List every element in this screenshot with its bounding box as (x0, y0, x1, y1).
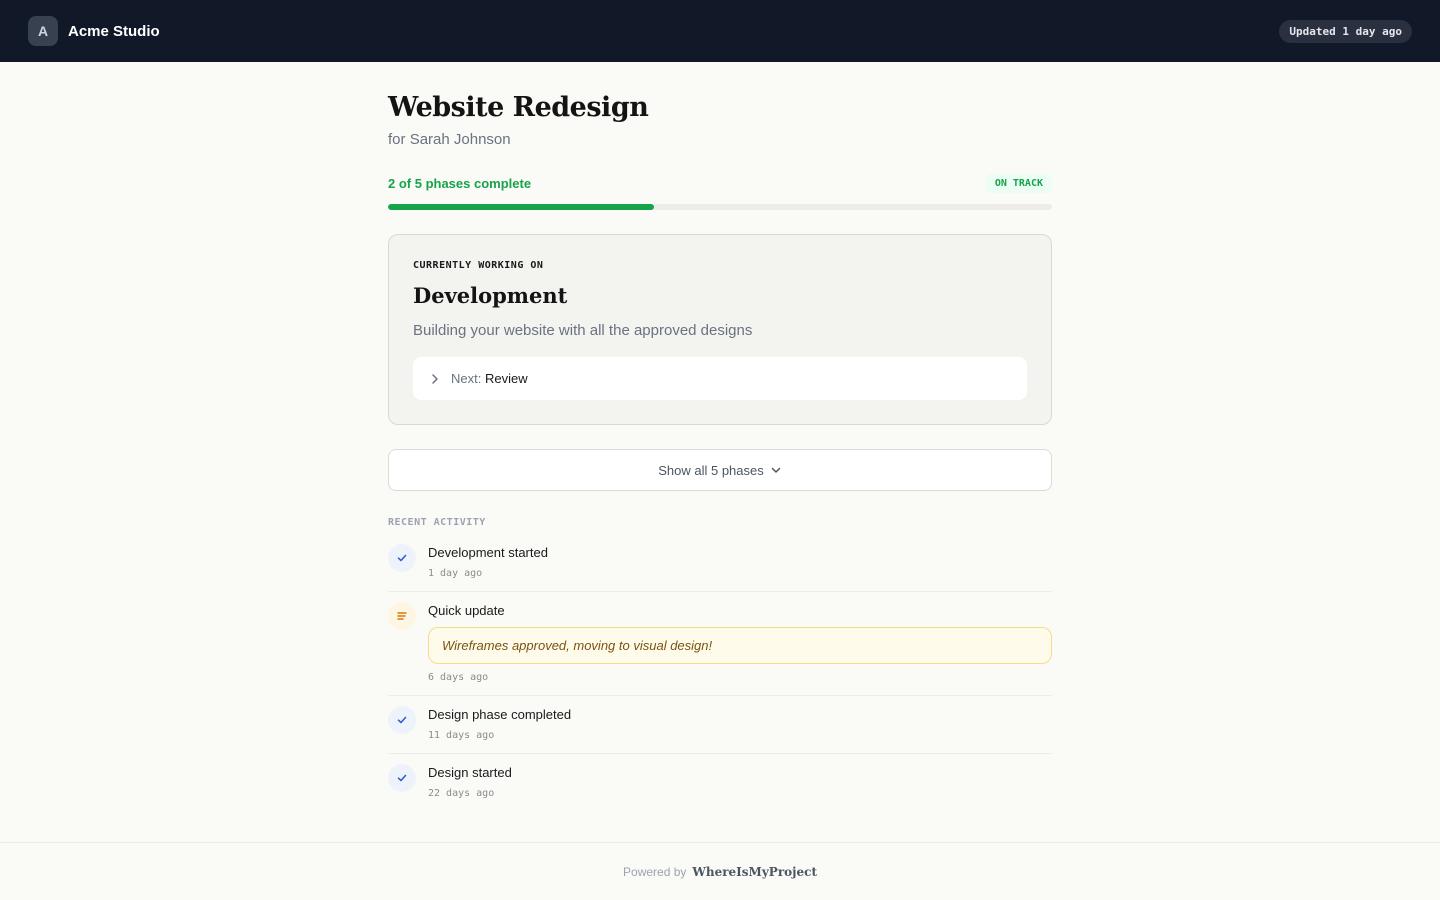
check-icon (388, 764, 416, 792)
powered-by-brand-link[interactable]: WhereIsMyProject (692, 865, 817, 879)
current-phase-title: Development (413, 283, 568, 308)
activity-item: Design started 22 days ago (388, 764, 1052, 811)
chevron-right-icon (429, 373, 441, 385)
activity-time: 6 days ago (428, 672, 489, 683)
activity-title: Quick update (428, 603, 505, 618)
client-line: for Sarah Johnson (388, 131, 1052, 148)
activity-list: Development started 1 day ago Quick upda… (388, 544, 1052, 811)
progress-summary: 2 of 5 phases complete ON TRACK (388, 174, 1052, 193)
activity-time: 1 day ago (428, 568, 483, 579)
current-phase-description: Building your website with all the appro… (413, 322, 753, 339)
top-bar: A Acme Studio Updated 1 day ago (0, 0, 1440, 62)
activity-item: Quick update Wireframes approved, moving… (388, 602, 1052, 696)
activity-item: Design phase completed 11 days ago (388, 706, 1052, 754)
powered-by-label: Powered by (623, 864, 687, 879)
next-phase: Next: Review (413, 357, 1027, 400)
studio-avatar: A (28, 16, 58, 46)
recent-activity-heading: RECENT ACTIVITY (388, 517, 486, 528)
next-label: Next: (451, 371, 482, 386)
next-phase-name: Review (484, 371, 528, 386)
status-badge: ON TRACK (985, 174, 1052, 193)
chevron-down-icon (770, 464, 782, 476)
footer: Powered by WhereIsMyProject (0, 842, 1440, 900)
progress-bar-fill (388, 204, 654, 210)
activity-note: Wireframes approved, moving to visual de… (428, 627, 1052, 664)
activity-item: Development started 1 day ago (388, 544, 1052, 592)
current-phase-eyebrow: CURRENTLY WORKING ON (413, 260, 544, 271)
current-phase-card: CURRENTLY WORKING ON Development Buildin… (388, 234, 1052, 425)
activity-title: Development started (428, 545, 548, 560)
brand[interactable]: A Acme Studio (28, 16, 160, 46)
note-icon (388, 602, 416, 630)
page-title: Website Redesign (388, 92, 649, 123)
activity-time: 22 days ago (428, 788, 495, 799)
check-icon (388, 706, 416, 734)
updated-badge: Updated 1 day ago (1279, 19, 1412, 43)
show-all-phases-button[interactable]: Show all 5 phases (388, 449, 1052, 491)
activity-time: 11 days ago (428, 730, 495, 741)
progress-bar (388, 204, 1052, 210)
main-content: Website Redesign for Sarah Johnson 2 of … (388, 62, 1052, 821)
client-prefix: for (388, 131, 406, 148)
activity-title: Design phase completed (428, 707, 572, 722)
client-name: Sarah Johnson (409, 131, 511, 148)
studio-name: Acme Studio (68, 22, 160, 40)
show-all-phases-label: Show all 5 phases (658, 462, 764, 478)
activity-title: Design started (428, 765, 512, 780)
check-icon (388, 544, 416, 572)
progress-label: 2 of 5 phases complete (388, 176, 532, 191)
